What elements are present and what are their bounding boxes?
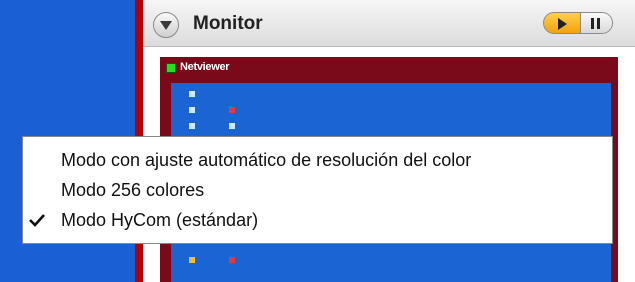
menu-item-label: Modo HyCom (estándar) [61, 210, 259, 230]
menu-item-label: Modo con ajuste automático de resolución… [61, 150, 472, 170]
panel-header: Monitor [143, 0, 635, 47]
context-menu: Modo con ajuste automático de resolución… [22, 136, 613, 244]
play-button[interactable] [544, 13, 580, 33]
desktop-icon [229, 107, 235, 113]
menu-item-256-colors[interactable]: Modo 256 colores [23, 175, 612, 205]
pause-icon [591, 18, 594, 29]
play-pause-control [543, 12, 613, 34]
desktop-icon [189, 257, 195, 263]
desktop-icon [229, 123, 235, 129]
desktop-icon [189, 91, 195, 97]
netviewer-title: Netviewer [180, 61, 230, 73]
desktop-icon [229, 257, 235, 263]
pause-button[interactable] [580, 13, 612, 33]
play-icon [558, 18, 567, 30]
menu-item-label: Modo 256 colores [61, 180, 205, 200]
menu-item-hycom[interactable]: Modo HyCom (estándar) [23, 205, 612, 235]
checkmark-icon [29, 214, 45, 227]
chevron-down-icon [160, 21, 172, 30]
collapse-button[interactable] [153, 12, 179, 38]
status-indicator-icon [166, 63, 176, 73]
panel-title: Monitor [193, 13, 263, 34]
desktop-icon [189, 123, 195, 129]
menu-item-auto-color[interactable]: Modo con ajuste automático de resolución… [23, 145, 612, 175]
desktop-icon [189, 107, 195, 113]
